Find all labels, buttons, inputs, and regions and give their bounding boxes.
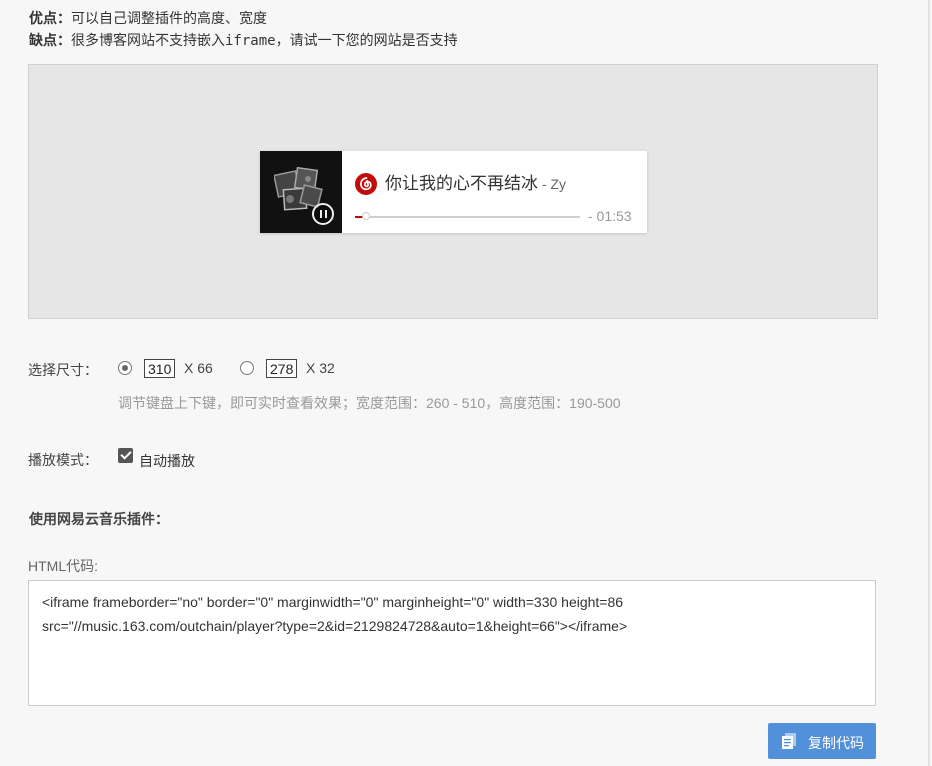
netease-music-icon	[355, 173, 377, 195]
cons-text: 很多博客网站不支持嵌入iframe，请试一下您的网站是否支持	[71, 33, 458, 49]
album-cover	[260, 151, 342, 233]
html-code-textarea[interactable]: <iframe frameborder="no" border="0" marg…	[28, 580, 876, 706]
cons-label: 缺点：	[29, 33, 71, 49]
size-option-310-radio[interactable]	[118, 361, 132, 375]
song-info: 你让我的心不再结冰 - Zy	[385, 173, 566, 195]
copy-code-button[interactable]: 复制代码	[768, 723, 876, 759]
page-right-border	[928, 0, 930, 766]
pros-label: 优点：	[29, 11, 71, 27]
code-line-2: src="//music.163.com/outchain/player?typ…	[42, 618, 628, 634]
cons-line: 缺点：很多博客网站不支持嵌入iframe，请试一下您的网站是否支持	[29, 30, 458, 52]
size-278-height-label: X 32	[306, 360, 335, 376]
size-310-width-input[interactable]: 310	[144, 359, 176, 378]
song-title: 你让我的心不再结冰	[385, 174, 538, 193]
size-hint: 调节键盘上下键，即可实时查看效果；宽度范围：260 - 510，高度范围：190…	[118, 395, 621, 411]
html-code-label: HTML代码:	[28, 558, 98, 574]
size-310-height-label: X 66	[184, 360, 213, 376]
music-player-widget: 你让我的心不再结冰 - Zy - 01:53	[260, 151, 647, 233]
progress-knob[interactable]	[362, 212, 371, 220]
pros-text: 可以自己调整插件的高度、宽度	[71, 11, 267, 27]
size-option-278-radio[interactable]	[240, 361, 254, 375]
progress-bar[interactable]	[355, 212, 580, 220]
autoplay-checkbox[interactable]	[118, 448, 133, 463]
autoplay-label[interactable]: 自动播放	[139, 451, 195, 471]
size-278-width-input[interactable]: 278	[266, 359, 298, 378]
pros-cons-notes: 优点：可以自己调整插件的高度、宽度 缺点：很多博客网站不支持嵌入iframe，请…	[29, 8, 458, 52]
pause-button[interactable]	[312, 203, 334, 225]
pros-line: 优点：可以自己调整插件的高度、宽度	[29, 8, 458, 30]
code-line-1: <iframe frameborder="no" border="0" marg…	[42, 594, 624, 610]
copy-code-label: 复制代码	[808, 735, 864, 751]
copy-document-icon	[782, 733, 796, 749]
player-preview-area: 你让我的心不再结冰 - Zy - 01:53	[28, 64, 878, 319]
size-label: 选择尺寸：	[28, 362, 98, 378]
play-mode-label: 播放模式：	[28, 452, 98, 468]
song-artist: - Zy	[538, 176, 566, 192]
plugin-section-title: 使用网易云音乐插件：	[29, 511, 169, 527]
remaining-time: - 01:53	[588, 208, 632, 224]
